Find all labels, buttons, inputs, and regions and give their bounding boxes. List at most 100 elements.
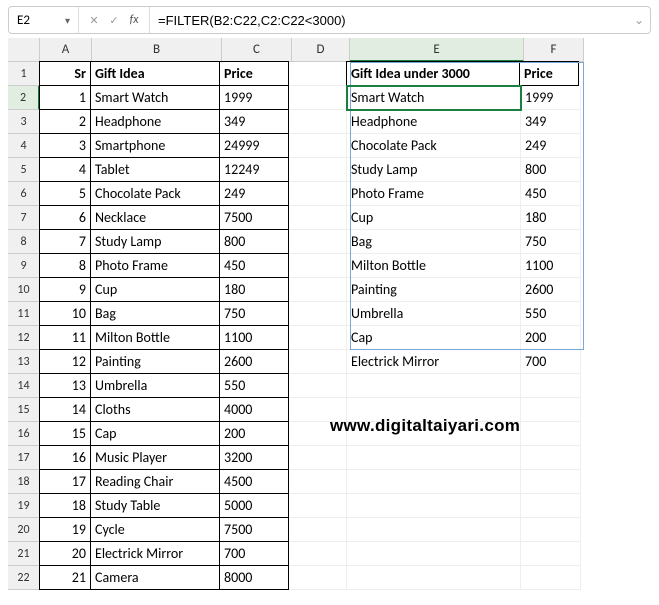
cell-gift[interactable]: Smartphone (90, 133, 220, 158)
row-header[interactable]: 6 (8, 182, 40, 206)
cell-sr[interactable]: 15 (39, 421, 91, 446)
cell[interactable] (289, 374, 347, 398)
cell[interactable] (289, 110, 347, 134)
cell-price-filtered[interactable]: 1999 (521, 86, 581, 110)
cell-price-filtered[interactable] (521, 518, 581, 542)
cell-sr[interactable]: 19 (39, 517, 91, 542)
cell-sr[interactable]: 20 (39, 541, 91, 566)
row-header[interactable]: 12 (8, 326, 40, 350)
cell-header-gift-filtered[interactable]: Gift Idea under 3000 (346, 61, 520, 86)
col-header-C[interactable]: C (222, 38, 292, 62)
cell-sr[interactable]: 1 (39, 85, 91, 110)
cell-price[interactable]: 2600 (219, 349, 289, 374)
cell-sr[interactable]: 9 (39, 277, 91, 302)
cell-gift-filtered[interactable]: Study Lamp (347, 158, 521, 182)
cell-price-filtered[interactable]: 450 (521, 182, 581, 206)
cell-price-filtered[interactable]: 550 (521, 302, 581, 326)
cell[interactable] (289, 518, 347, 542)
chevron-down-icon[interactable]: ▾ (65, 14, 70, 27)
cell-gift[interactable]: Photo Frame (90, 253, 220, 278)
cell-price[interactable]: 3200 (219, 445, 289, 470)
cell-price[interactable]: 1999 (219, 85, 289, 110)
cell-gift[interactable]: Bag (90, 301, 220, 326)
formula-input[interactable] (150, 7, 628, 33)
cell-price[interactable]: 8000 (219, 565, 289, 590)
cell-sr[interactable]: 18 (39, 493, 91, 518)
cell-gift-filtered[interactable]: Bag (347, 230, 521, 254)
cell[interactable] (289, 254, 347, 278)
cell-sr[interactable]: 14 (39, 397, 91, 422)
cancel-icon[interactable]: ✕ (85, 11, 103, 29)
cell-price-filtered[interactable] (521, 446, 581, 470)
cell-sr[interactable]: 13 (39, 373, 91, 398)
cell-price[interactable]: 700 (219, 541, 289, 566)
cell[interactable] (289, 326, 347, 350)
cell-price[interactable]: 1100 (219, 325, 289, 350)
cell-sr[interactable]: 5 (39, 181, 91, 206)
row-header[interactable]: 14 (8, 374, 40, 398)
cell-price-filtered[interactable]: 800 (521, 158, 581, 182)
row-header[interactable]: 15 (8, 398, 40, 422)
cell-price[interactable]: 180 (219, 277, 289, 302)
cell-gift[interactable]: Necklace (90, 205, 220, 230)
cell-price[interactable]: 249 (219, 181, 289, 206)
cell[interactable] (289, 470, 347, 494)
row-header[interactable]: 21 (8, 542, 40, 566)
cell[interactable] (289, 86, 347, 110)
cell-gift[interactable]: Camera (90, 565, 220, 590)
cell-price[interactable]: 7500 (219, 205, 289, 230)
cell-gift[interactable]: Chocolate Pack (90, 181, 220, 206)
cell[interactable] (289, 134, 347, 158)
cell-price[interactable]: 550 (219, 373, 289, 398)
cell-gift[interactable]: Tablet (90, 157, 220, 182)
cell-sr[interactable]: 6 (39, 205, 91, 230)
cell-price-filtered[interactable]: 1100 (521, 254, 581, 278)
cell-price[interactable]: 5000 (219, 493, 289, 518)
cell-sr[interactable]: 17 (39, 469, 91, 494)
cell-header-price[interactable]: Price (219, 61, 289, 86)
cell[interactable] (289, 278, 347, 302)
cell-price-filtered[interactable]: 200 (521, 326, 581, 350)
cell-price-filtered[interactable]: 700 (521, 350, 581, 374)
cell[interactable] (289, 62, 347, 86)
col-header-F[interactable]: F (524, 38, 584, 62)
row-header[interactable]: 10 (8, 278, 40, 302)
cell-sr[interactable]: 8 (39, 253, 91, 278)
row-header[interactable]: 3 (8, 110, 40, 134)
cell-gift[interactable]: Headphone (90, 109, 220, 134)
cell-sr[interactable]: 12 (39, 349, 91, 374)
cell[interactable] (289, 350, 347, 374)
row-header[interactable]: 22 (8, 566, 40, 590)
cell-header-price-filtered[interactable]: Price (519, 61, 579, 86)
cell-price-filtered[interactable]: 349 (521, 110, 581, 134)
cell-sr[interactable]: 3 (39, 133, 91, 158)
cell-sr[interactable]: 10 (39, 301, 91, 326)
expand-formula-icon[interactable]: ⌄ (628, 13, 650, 28)
cell[interactable] (289, 494, 347, 518)
cell-price-filtered[interactable] (521, 542, 581, 566)
cell-sr[interactable]: 2 (39, 109, 91, 134)
cell-price[interactable]: 200 (219, 421, 289, 446)
col-header-A[interactable]: A (40, 38, 92, 62)
cell[interactable] (289, 566, 347, 590)
cell-gift-filtered[interactable] (347, 518, 521, 542)
cell-gift-filtered[interactable] (347, 542, 521, 566)
cell-gift[interactable]: Umbrella (90, 373, 220, 398)
row-header[interactable]: 18 (8, 470, 40, 494)
cell-gift[interactable]: Music Player (90, 445, 220, 470)
cell-gift[interactable]: Electrick Mirror (90, 541, 220, 566)
cell[interactable] (289, 206, 347, 230)
row-header[interactable]: 20 (8, 518, 40, 542)
cell-price-filtered[interactable] (521, 494, 581, 518)
cell[interactable] (289, 446, 347, 470)
cell-price[interactable]: 800 (219, 229, 289, 254)
row-header[interactable]: 13 (8, 350, 40, 374)
cell[interactable] (289, 158, 347, 182)
cell[interactable] (289, 182, 347, 206)
col-header-B[interactable]: B (92, 38, 222, 62)
cell-gift-filtered[interactable] (347, 470, 521, 494)
cell-gift-filtered[interactable]: Photo Frame (347, 182, 521, 206)
cell-sr[interactable]: 7 (39, 229, 91, 254)
cell-gift[interactable]: Painting (90, 349, 220, 374)
cell-price-filtered[interactable]: 180 (521, 206, 581, 230)
